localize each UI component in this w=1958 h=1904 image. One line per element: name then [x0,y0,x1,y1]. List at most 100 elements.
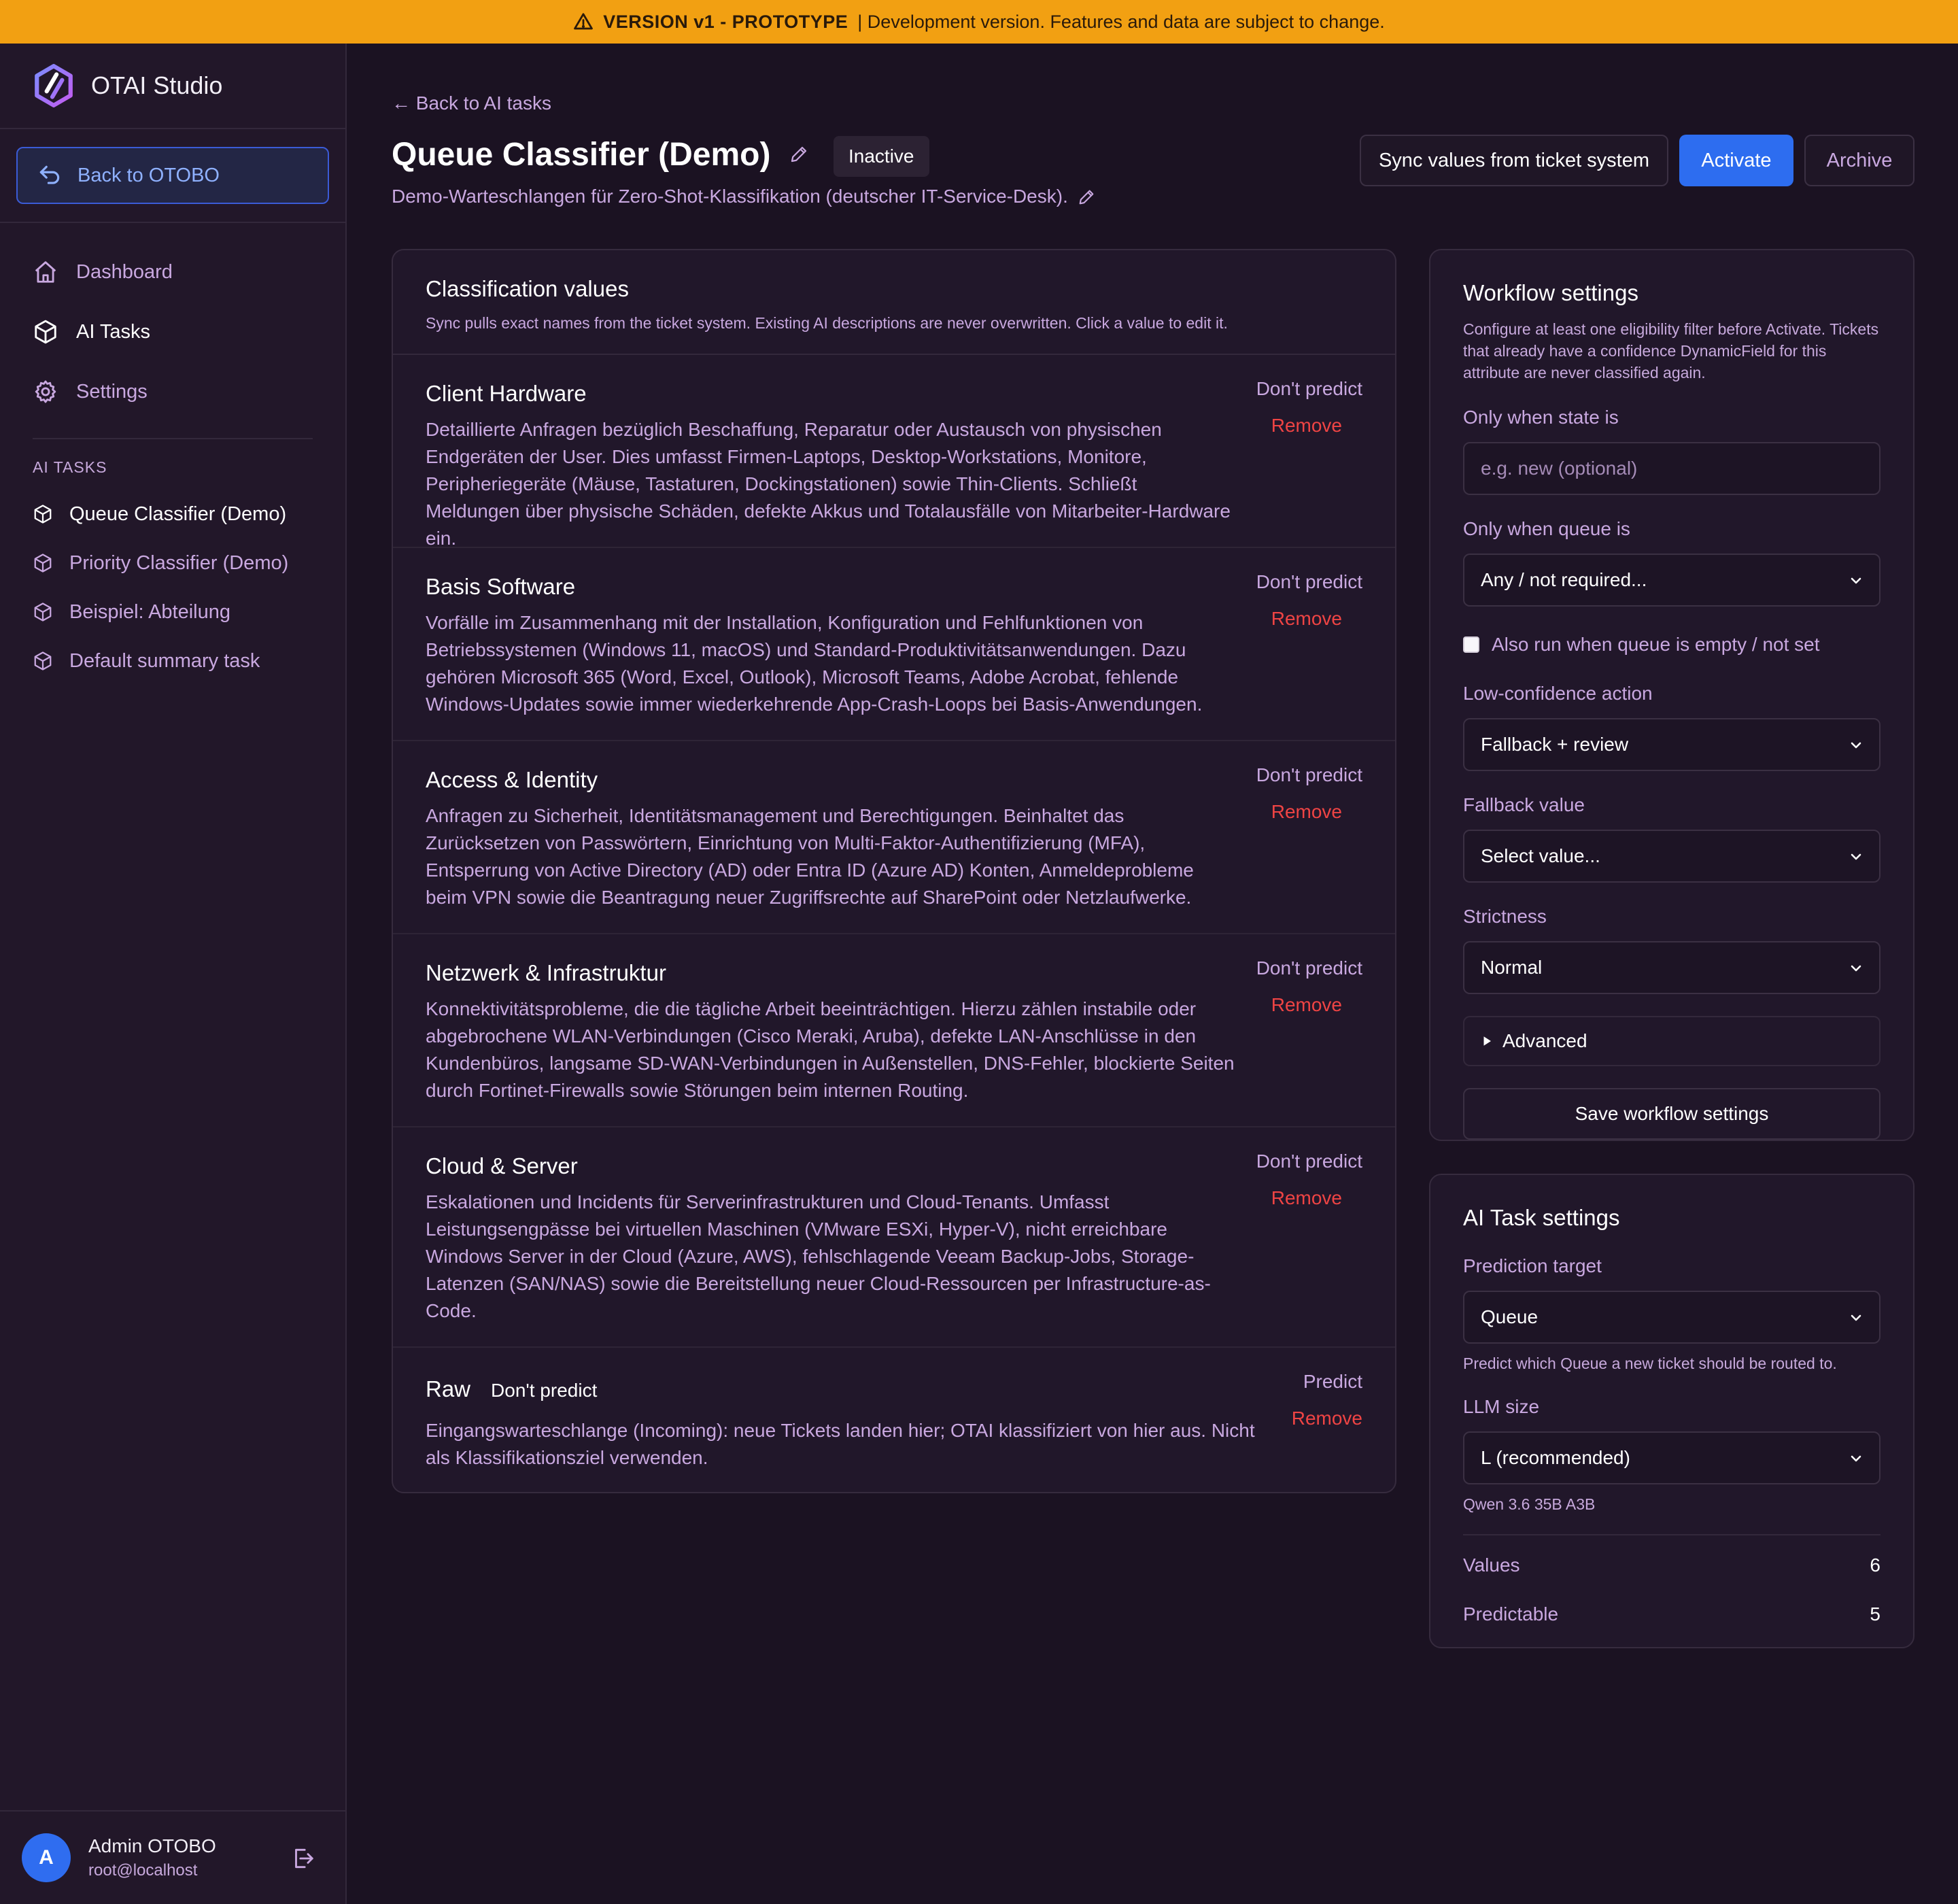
activate-button[interactable]: Activate [1679,135,1793,186]
workflow-title: Workflow settings [1463,280,1638,305]
value-name: Raw [426,1376,471,1401]
low-confidence-select[interactable]: Fallback + review [1463,718,1880,771]
nav-settings-label: Settings [76,380,148,403]
queue-select-value: Any / not required... [1481,569,1647,590]
value-description: Anfragen zu Sicherheit, Identitätsmanage… [426,805,1194,908]
back-to-otobo-button[interactable]: Back to OTOBO [16,147,329,204]
value-name: Netzwerk & Infrastruktur [426,960,666,985]
cube-icon [34,602,52,622]
pencil-icon[interactable] [1077,188,1096,207]
remove-button[interactable]: Remove [1256,415,1342,437]
warning-triangle-icon [574,13,594,30]
remove-button[interactable]: Remove [1256,994,1342,1016]
dont-predict-button[interactable]: Don't predict [1256,1151,1362,1172]
dont-predict-button[interactable]: Don't predict [1256,378,1362,400]
workflow-settings-card: Workflow settings Configure at least one… [1429,249,1914,1141]
chevron-down-icon [1851,1314,1861,1321]
value-name: Access & Identity [426,767,598,792]
values-stat-label: Values [1463,1554,1520,1576]
ai-task-settings-card: AI Task settings Prediction target Queue… [1429,1174,1914,1648]
banner-text: | Development version. Features and data… [857,11,1385,32]
nav-dashboard[interactable]: Dashboard [0,242,345,302]
remove-button[interactable]: Remove [1256,608,1342,630]
remove-button[interactable]: Remove [1256,1187,1342,1209]
value-description: Detaillierte Anfragen bezüglich Beschaff… [426,419,1231,549]
ai-task-title: AI Task settings [1463,1205,1620,1230]
nav-ai-tasks-label: AI Tasks [76,320,151,343]
value-description: Vorfälle im Zusammenhang mit der Install… [426,612,1203,715]
classification-values-card: Classification values Sync pulls exact n… [392,249,1396,1493]
remove-button[interactable]: Remove [1256,801,1342,823]
save-workflow-button[interactable]: Save workflow settings [1463,1088,1880,1140]
user-email: root@localhost [88,1861,198,1880]
advanced-toggle[interactable]: Advanced [1463,1016,1880,1066]
archive-button[interactable]: Archive [1804,135,1914,186]
nav-dashboard-label: Dashboard [76,260,173,283]
value-row[interactable]: Access & Identity Anfragen zu Sicherheit… [393,741,1395,934]
sidebar-task-queue-classifier[interactable]: Queue Classifier (Demo) [0,490,345,539]
fallback-label: Fallback value [1463,794,1585,815]
dont-predict-tag: Don't predict [491,1380,598,1401]
sidebar-task-beispiel-abteilung[interactable]: Beispiel: Abteilung [0,588,345,636]
sidebar-task-priority-classifier[interactable]: Priority Classifier (Demo) [0,539,345,588]
sidebar-task-default-summary[interactable]: Default summary task [0,636,345,685]
value-name: Client Hardware [426,381,587,406]
user-name: Admin OTOBO [88,1835,216,1856]
workflow-description: Configure at least one eligibility filte… [1463,320,1879,381]
dont-predict-button[interactable]: Don't predict [1256,571,1362,593]
state-label: Only when state is [1463,407,1619,428]
value-description: Eingangswarteschlange (Incoming): neue T… [426,1420,1255,1468]
caret-right-icon [1483,1036,1491,1046]
nav-settings[interactable]: Settings [0,362,345,422]
logout-icon[interactable] [290,1846,315,1871]
user-panel: A Admin OTOBO root@localhost [0,1810,345,1904]
llm-model-hint: Qwen 3.6 35B A3B [1463,1495,1596,1513]
prediction-target-value: Queue [1481,1306,1539,1327]
low-confidence-label: Low-confidence action [1463,683,1653,704]
value-row-raw[interactable]: Raw Don't predict Eingangswarteschlange … [393,1348,1395,1491]
strictness-label: Strictness [1463,906,1547,927]
prediction-target-label: Prediction target [1463,1255,1602,1276]
chevron-down-icon [1851,853,1861,860]
brand-name: OTAI Studio [91,71,223,99]
sync-values-button[interactable]: Sync values from ticket system [1360,135,1668,186]
llm-size-select[interactable]: L (recommended) [1463,1431,1880,1484]
value-description: Konnektivitätsprobleme, die die tägliche… [426,998,1235,1101]
cube-icon [35,320,56,344]
chevron-down-icon [1851,577,1861,584]
values-stat-count: 6 [1870,1554,1880,1576]
brand: OTAI Studio [0,44,345,129]
remove-button[interactable]: Remove [1292,1408,1362,1429]
llm-size-label: LLM size [1463,1396,1540,1417]
chevron-down-icon [1851,742,1861,749]
strictness-select[interactable]: Normal [1463,941,1880,994]
back-to-ai-tasks-link[interactable]: ← Back to AI tasks [392,92,551,114]
predictable-stat-count: 5 [1870,1603,1880,1625]
status-badge: Inactive [834,136,929,177]
page-title: Queue Classifier (Demo) [392,137,771,173]
dont-predict-button[interactable]: Don't predict [1256,957,1362,979]
dont-predict-button[interactable]: Don't predict [1256,764,1362,786]
prototype-banner: VERSION v1 - PROTOTYPE | Development ver… [0,0,1958,44]
fallback-select[interactable]: Select value... [1463,830,1880,883]
chevron-down-icon [1851,965,1861,972]
empty-queue-label: Also run when queue is empty / not set [1492,634,1820,655]
pencil-icon[interactable] [789,144,809,165]
predict-button[interactable]: Predict [1292,1371,1362,1393]
empty-queue-checkbox-row[interactable]: Also run when queue is empty / not set [1463,634,1880,656]
value-row[interactable]: Netzwerk & Infrastruktur Konnektivitätsp… [393,934,1395,1127]
queue-select[interactable]: Any / not required... [1463,554,1880,607]
avatar: A [22,1833,71,1882]
low-confidence-value: Fallback + review [1481,734,1629,755]
cube-icon [34,505,52,524]
value-row[interactable]: Cloud & Server Eskalationen und Incident… [393,1127,1395,1348]
prediction-target-select[interactable]: Queue [1463,1291,1880,1344]
value-name: Basis Software [426,574,576,599]
value-row[interactable]: Client Hardware Detaillierte Anfragen be… [393,355,1395,549]
state-input[interactable]: e.g. new (optional) [1463,442,1880,495]
nav-ai-tasks[interactable]: AI Tasks [0,302,345,362]
empty-queue-checkbox[interactable] [1463,636,1479,653]
llm-size-value: L (recommended) [1481,1447,1630,1468]
value-row[interactable]: Basis Software Vorfälle im Zusammenhang … [393,548,1395,741]
advanced-label: Advanced [1502,1030,1587,1051]
